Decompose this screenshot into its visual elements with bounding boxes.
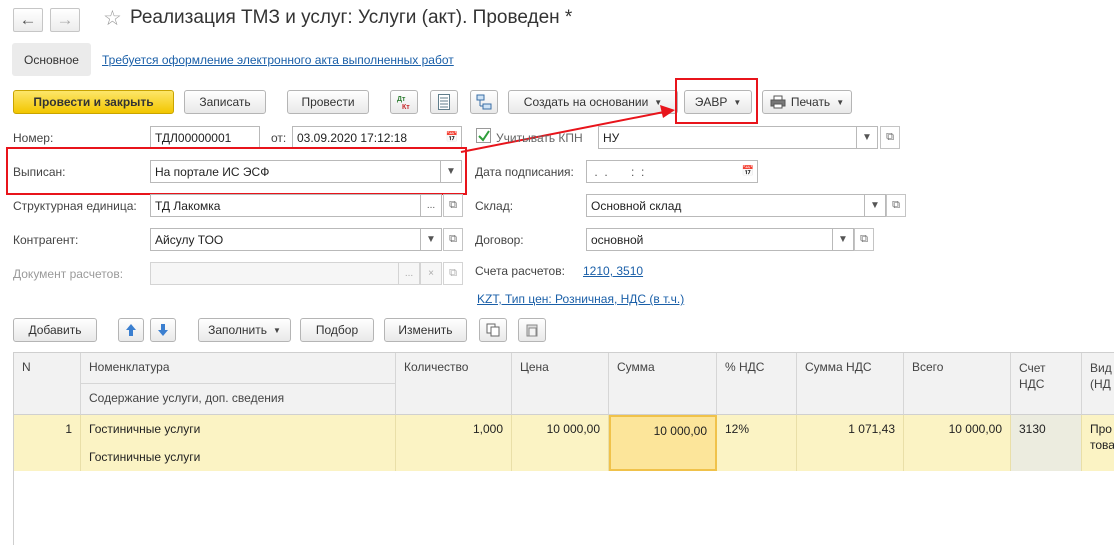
select-ellipsis-icon: ... <box>398 263 420 284</box>
clear-icon: × <box>420 263 441 284</box>
date-from-label: от: <box>271 131 287 145</box>
open-icon[interactable]: ⧉ <box>443 228 463 251</box>
accounts-label: Счета расчетов: <box>475 264 565 278</box>
column-header-vat-rate[interactable]: % НДС <box>717 353 797 415</box>
add-row-button[interactable]: Добавить <box>13 318 97 342</box>
column-header-nomenclature[interactable]: Номенклатура <box>81 353 396 384</box>
paste-icon <box>526 324 538 337</box>
price-type-link[interactable]: KZT, Тип цен: Розничная, НДС (в т.ч.) <box>477 292 684 306</box>
kind-header-line2: (НД <box>1090 377 1111 391</box>
move-up-button[interactable] <box>118 318 144 342</box>
column-header-vat-account[interactable]: Счет НДС <box>1011 353 1082 415</box>
warehouse-label: Склад: <box>475 199 514 213</box>
unit-field[interactable]: ТД Лакомка ... <box>150 194 442 217</box>
column-header-price[interactable]: Цена <box>512 353 609 415</box>
calendar-icon[interactable]: 📅 <box>442 127 461 148</box>
chevron-down-icon[interactable]: ▼ <box>832 229 853 250</box>
warehouse-value: Основной склад <box>591 198 682 213</box>
cell-content[interactable]: Гостиничные услуги <box>81 443 396 471</box>
sign-date-field[interactable]: . . : : 📅 <box>586 160 758 183</box>
column-header-qty[interactable]: Количество <box>396 353 512 415</box>
cell-sum[interactable]: 10 000,00 <box>609 415 717 471</box>
cell-vat-account[interactable]: 3130 <box>1011 415 1082 471</box>
open-icon[interactable]: ⧉ <box>443 194 463 217</box>
vat-account-header-line2: НДС <box>1019 377 1045 391</box>
number-field[interactable]: ТДЛ00000001 <box>150 126 260 149</box>
counterparty-field[interactable]: Айсулу ТОО ▼ <box>150 228 442 251</box>
kpn-label: Учитывать КПН <box>496 131 583 145</box>
counterparty-label: Контрагент: <box>13 233 79 247</box>
column-header-total[interactable]: Всего <box>904 353 1011 415</box>
counterparty-value: Айсулу ТОО <box>155 232 224 247</box>
date-field[interactable]: 03.09.2020 17:12:18 📅 <box>292 126 462 149</box>
chevron-down-icon[interactable]: ▼ <box>856 127 877 148</box>
cell-n[interactable]: 1 <box>14 415 81 471</box>
sign-date-label: Дата подписания: <box>475 165 574 179</box>
cell-kind-line2: това <box>1090 438 1114 452</box>
chevron-down-icon[interactable]: ▼ <box>864 195 885 216</box>
fill-label: Заполнить <box>208 323 267 337</box>
column-header-vat-sum[interactable]: Сумма НДС <box>797 353 904 415</box>
column-header-sum[interactable]: Сумма <box>609 353 717 415</box>
accounts-link[interactable]: 1210, 3510 <box>583 264 643 278</box>
cell-vat-rate[interactable]: 12% <box>717 415 797 471</box>
arrow-down-icon <box>158 324 168 336</box>
selection-button[interactable]: Подбор <box>300 318 374 342</box>
copy-row-button[interactable] <box>479 318 507 342</box>
chevron-down-icon: ▼ <box>273 325 281 335</box>
selection-label: Подбор <box>315 323 359 337</box>
unit-value: ТД Лакомка <box>155 198 221 213</box>
cell-kind-line1: Про <box>1090 422 1112 436</box>
cell-qty[interactable]: 1,000 <box>396 415 512 471</box>
open-icon[interactable]: ⧉ <box>880 126 900 149</box>
chevron-down-icon[interactable]: ▼ <box>420 229 441 250</box>
number-value: ТДЛ00000001 <box>155 130 232 145</box>
copy-icon <box>486 323 500 337</box>
goods-table[interactable]: N Номенклатура Содержание услуги, доп. с… <box>13 352 1114 545</box>
cell-vat-sum[interactable]: 1 071,43 <box>797 415 904 471</box>
cell-total[interactable]: 10 000,00 <box>904 415 1011 471</box>
contract-label: Договор: <box>475 233 524 247</box>
kpn-value: НУ <box>603 130 620 145</box>
issued-highlight-box <box>6 147 467 195</box>
column-header-content[interactable]: Содержание услуги, доп. сведения <box>81 384 396 415</box>
change-button[interactable]: Изменить <box>384 318 467 342</box>
sign-date-value: . . : : <box>591 164 645 179</box>
cell-nomenclature[interactable]: Гостиничные услуги <box>81 415 396 443</box>
contract-value: основной <box>591 232 644 247</box>
open-icon[interactable]: ⧉ <box>886 194 906 217</box>
calendar-icon[interactable]: 📅 <box>738 161 757 182</box>
warehouse-field[interactable]: Основной склад ▼ <box>586 194 886 217</box>
date-value: 03.09.2020 17:12:18 <box>297 130 408 145</box>
contract-field[interactable]: основной ▼ <box>586 228 854 251</box>
move-down-button[interactable] <box>150 318 176 342</box>
settlement-doc-label: Документ расчетов: <box>13 267 124 281</box>
number-label: Номер: <box>13 131 54 145</box>
fill-button[interactable]: Заполнить ▼ <box>198 318 291 342</box>
kpn-checkbox[interactable] <box>476 128 491 143</box>
open-icon: ⧉ <box>443 262 463 285</box>
cell-price[interactable]: 10 000,00 <box>512 415 609 471</box>
paste-row-button[interactable] <box>518 318 546 342</box>
cell-kind[interactable]: Про това <box>1082 415 1114 471</box>
column-header-kind[interactable]: Вид (НД <box>1082 353 1114 415</box>
checkmark-icon <box>478 130 490 142</box>
vat-account-header-line1: Счет <box>1019 361 1046 375</box>
open-icon[interactable]: ⧉ <box>854 228 874 251</box>
unit-label: Структурная единица: <box>13 199 137 213</box>
change-label: Изменить <box>398 323 453 337</box>
settlement-doc-field: ... × <box>150 262 442 285</box>
arrow-up-icon <box>126 324 136 336</box>
column-header-n[interactable]: N <box>14 353 81 415</box>
kind-header-line1: Вид <box>1090 361 1112 375</box>
select-ellipsis-icon[interactable]: ... <box>420 195 441 216</box>
add-row-label: Добавить <box>28 323 82 337</box>
kpn-field[interactable]: НУ ▼ <box>598 126 878 149</box>
